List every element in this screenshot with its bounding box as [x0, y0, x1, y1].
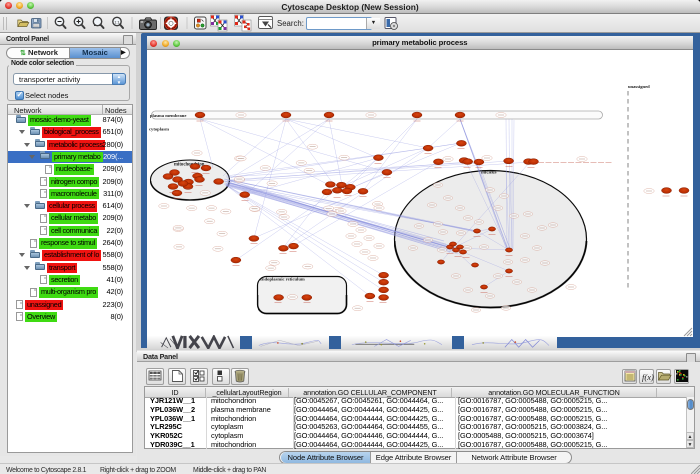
svg-text:1:1: 1:1	[114, 20, 119, 24]
svg-text:nucleus: nucleus	[481, 171, 497, 176]
svg-text:endoplasmic reticulum: endoplasmic reticulum	[260, 277, 305, 282]
svg-text:cytoplasm: cytoplasm	[149, 127, 169, 132]
svg-text:unassigned: unassigned	[628, 84, 650, 89]
svg-text:plasma membrane: plasma membrane	[150, 113, 186, 118]
svg-text:f(x): f(x)	[642, 372, 654, 382]
